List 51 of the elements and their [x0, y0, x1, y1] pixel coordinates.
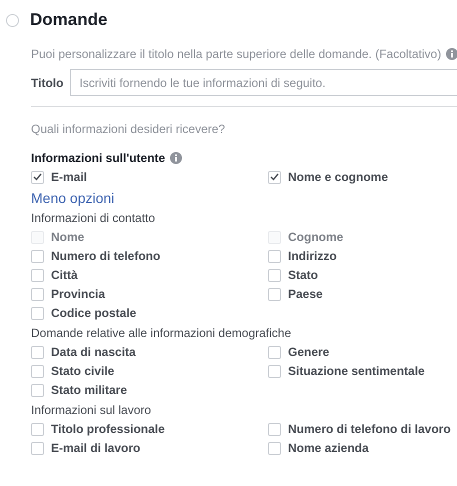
checkbox-label: Codice postale — [51, 306, 136, 320]
checkbox-label: Città — [51, 268, 78, 282]
checkbox-label: Stato civile — [51, 364, 114, 378]
checkbox[interactable] — [31, 268, 44, 282]
checkbox[interactable] — [31, 364, 44, 378]
checkbox-label: Numero di telefono di lavoro — [288, 422, 451, 436]
checkbox[interactable] — [268, 442, 281, 454]
checkbox[interactable] — [31, 170, 44, 184]
checkbox[interactable] — [31, 384, 44, 396]
checkbox[interactable] — [31, 288, 44, 300]
checkbox-label: E-mail di lavoro — [51, 441, 140, 455]
checkbox[interactable] — [268, 250, 281, 262]
checkbox-label: Stato militare — [51, 383, 128, 397]
section-title: Domande — [30, 10, 108, 30]
checkbox-label: Situazione sentimentale — [288, 364, 425, 378]
info-icon[interactable] — [446, 48, 457, 60]
group-heading: Informazioni di contatto — [31, 211, 156, 225]
checkbox[interactable] — [268, 364, 281, 378]
checkbox-label: Indirizzo — [288, 249, 337, 263]
checkbox-label: Data di nascita — [51, 345, 136, 359]
checkbox[interactable] — [268, 346, 281, 358]
checkbox-label: Stato — [288, 268, 318, 282]
checkbox[interactable] — [268, 422, 281, 436]
title-input-field[interactable]: Iscriviti fornendo le tue informazioni di seguito. — [70, 69, 457, 96]
info-icon[interactable] — [170, 152, 182, 164]
radio-button[interactable] — [6, 14, 19, 26]
checkbox-label: Genere — [288, 345, 330, 359]
group-heading: Informazioni sul lavoro — [31, 403, 152, 417]
checkbox[interactable] — [268, 268, 281, 282]
checkbox-label: Numero di telefono — [51, 249, 160, 263]
question-text: Quali informazioni desideri ricevere? — [31, 122, 226, 136]
checkbox-label: Titolo professionale — [51, 422, 165, 436]
checkbox-label: Nome azienda — [288, 441, 369, 455]
checkbox[interactable] — [31, 346, 44, 358]
checkbox[interactable] — [31, 306, 44, 320]
field-label: Titolo — [31, 76, 64, 90]
checkbox[interactable] — [31, 250, 44, 262]
checkbox-label: Provincia — [51, 287, 106, 301]
intro-text: Puoi personalizzare il titolo nella parte superiore delle domande. (Facoltativo) — [31, 47, 442, 61]
checkbox-label: Nome — [51, 230, 84, 244]
checkbox-label: E-mail — [51, 170, 88, 184]
less-options-link[interactable]: Meno opzioni — [31, 190, 114, 206]
checkbox[interactable] — [31, 422, 44, 436]
checkbox[interactable] — [268, 170, 281, 184]
checkbox[interactable] — [268, 288, 281, 300]
checkbox-label: Cognome — [288, 230, 344, 244]
checkbox-label: Paese — [288, 287, 323, 301]
group-heading: Domande relative alle informazioni demografiche — [31, 326, 292, 340]
group-heading: Informazioni sull'utente — [31, 151, 166, 165]
checkbox[interactable] — [31, 442, 44, 454]
checkbox-label: Nome e cognome — [288, 170, 388, 184]
